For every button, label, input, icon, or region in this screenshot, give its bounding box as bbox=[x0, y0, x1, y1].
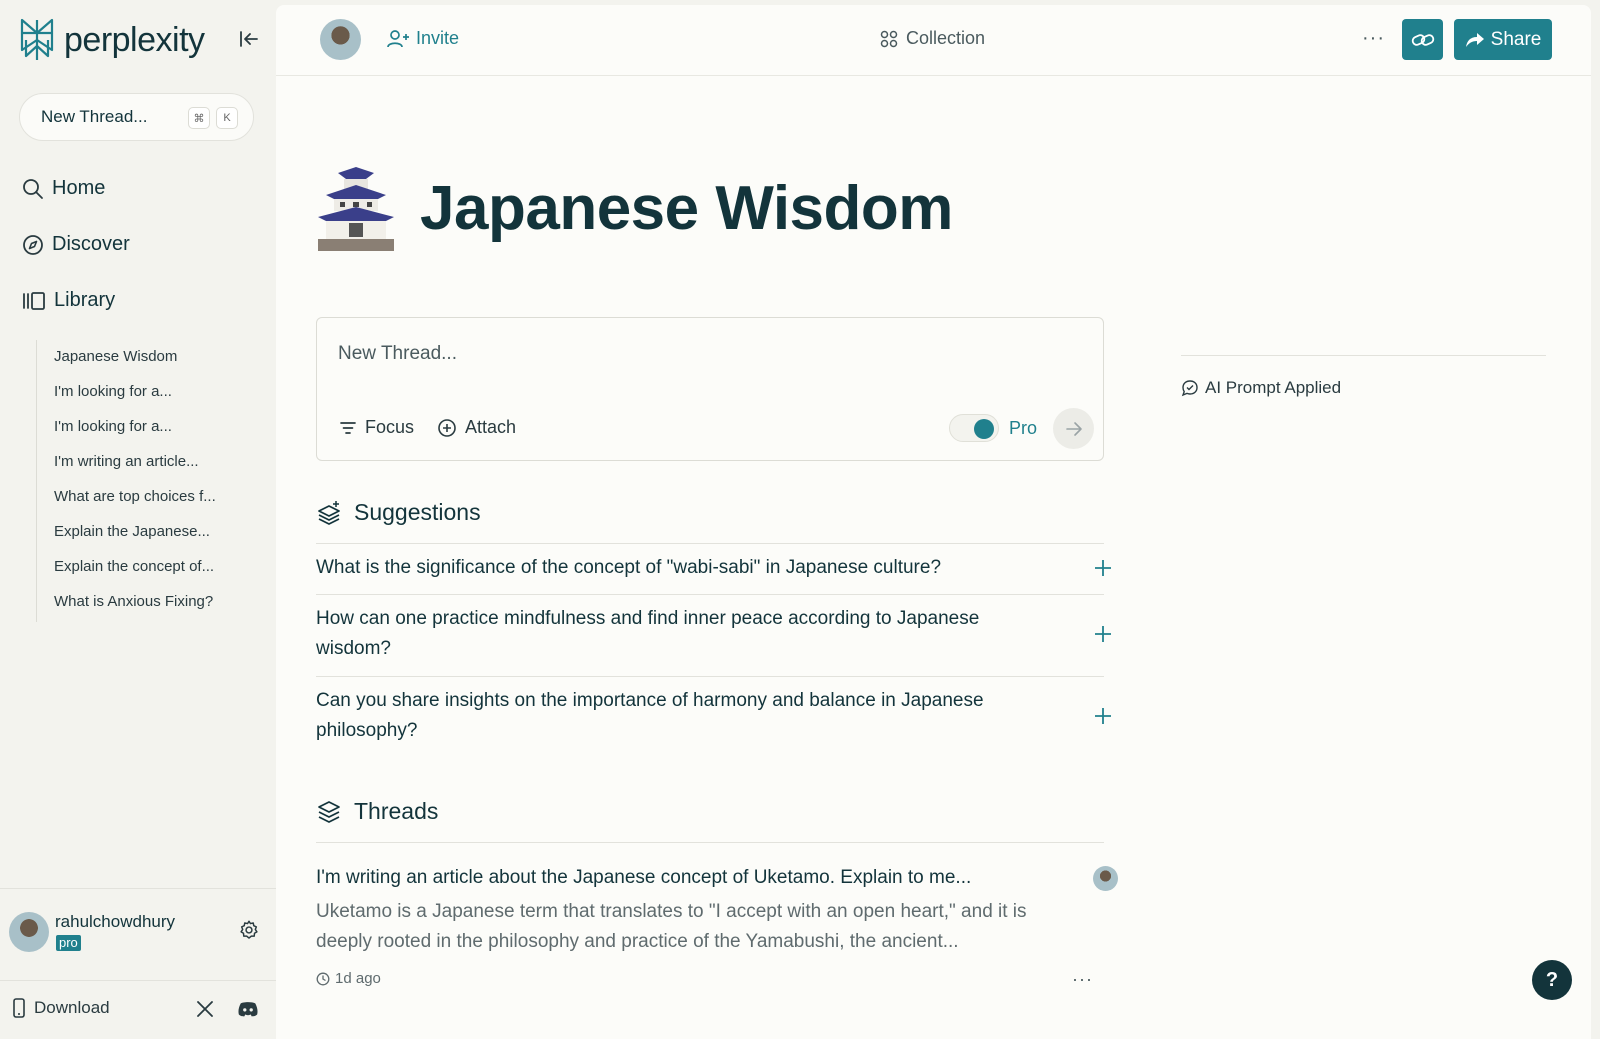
library-item[interactable]: Explain the Japanese... bbox=[54, 523, 210, 540]
library-item[interactable]: I'm looking for a... bbox=[54, 383, 172, 400]
owner-avatar[interactable] bbox=[320, 19, 361, 60]
divider bbox=[316, 543, 1104, 544]
k-key: K bbox=[216, 107, 238, 129]
nav-home[interactable]: Home bbox=[22, 177, 105, 200]
user-avatar[interactable] bbox=[9, 912, 49, 952]
link-icon bbox=[1411, 33, 1434, 46]
top-bar: Invite Collection ··· Share bbox=[276, 5, 1591, 76]
library-item[interactable]: I'm looking for a... bbox=[54, 418, 172, 435]
ai-prompt-label: AI Prompt Applied bbox=[1205, 378, 1342, 397]
library-item[interactable]: What are top choices f... bbox=[54, 488, 216, 505]
thread-snippet[interactable]: Uketamo is a Japanese term that translat… bbox=[316, 897, 1076, 957]
nav-home-label: Home bbox=[52, 177, 106, 199]
more-options-icon[interactable]: ··· bbox=[1362, 27, 1385, 50]
divider bbox=[316, 594, 1104, 595]
discord-icon[interactable] bbox=[237, 999, 259, 1019]
plus-icon[interactable] bbox=[1094, 559, 1112, 577]
divider bbox=[316, 842, 1104, 843]
toggle-knob bbox=[974, 419, 994, 439]
nav-library-label: Library bbox=[54, 289, 116, 311]
username[interactable]: rahulchowdhury bbox=[55, 912, 175, 932]
suggestions-heading: Suggestions bbox=[316, 499, 481, 526]
help-button[interactable]: ? bbox=[1532, 960, 1572, 1000]
share-arrow-icon bbox=[1465, 32, 1484, 47]
share-button[interactable]: Share bbox=[1454, 19, 1552, 60]
collection-button[interactable]: Collection bbox=[880, 28, 985, 49]
clock-icon bbox=[316, 972, 330, 985]
perplexity-logo-icon bbox=[20, 18, 54, 60]
attach-button[interactable]: Attach bbox=[437, 417, 516, 438]
pro-badge: pro bbox=[56, 935, 81, 951]
download-link[interactable]: Download bbox=[12, 998, 110, 1018]
add-circle-icon bbox=[438, 418, 456, 437]
copy-link-button[interactable] bbox=[1402, 19, 1443, 60]
nav-discover-label: Discover bbox=[52, 233, 130, 255]
library-item[interactable]: What is Anxious Fixing? bbox=[54, 593, 213, 610]
layers-icon bbox=[318, 800, 340, 823]
divider bbox=[316, 676, 1104, 677]
suggestion-item[interactable]: What is the significance of the concept … bbox=[316, 553, 1006, 583]
threads-title: Threads bbox=[354, 798, 439, 824]
plus-icon[interactable] bbox=[1094, 625, 1112, 643]
plus-icon[interactable] bbox=[1094, 707, 1112, 725]
grid-icon bbox=[880, 30, 898, 47]
compass-icon bbox=[23, 234, 43, 255]
pro-toggle[interactable]: Pro bbox=[949, 413, 1047, 443]
new-thread-label: New Thread... bbox=[41, 107, 148, 126]
threads-heading: Threads bbox=[316, 798, 438, 825]
thread-author-avatar bbox=[1093, 866, 1118, 891]
main-panel: Invite Collection ··· Share Japanese Wis… bbox=[276, 5, 1591, 1039]
cmd-key: ⌘ bbox=[188, 107, 210, 129]
new-thread-composer[interactable]: New Thread... Focus Attach Pro bbox=[316, 317, 1104, 461]
search-icon bbox=[23, 178, 43, 199]
suggestion-item[interactable]: How can one practice mindfulness and fin… bbox=[316, 604, 1006, 664]
sparkle-layers-icon bbox=[318, 500, 340, 525]
add-user-icon bbox=[387, 29, 409, 47]
attach-label: Attach bbox=[465, 417, 517, 437]
chat-bubble-check-icon bbox=[1181, 380, 1198, 397]
library-item[interactable]: Explain the concept of... bbox=[54, 558, 214, 575]
invite-button[interactable]: Invite bbox=[386, 28, 459, 49]
thread-time-label: 1d ago bbox=[335, 970, 381, 987]
suggestions-title: Suggestions bbox=[354, 499, 481, 525]
pro-label: Pro bbox=[1009, 417, 1038, 438]
thread-more-icon[interactable]: ··· bbox=[1072, 969, 1093, 990]
nav-library[interactable]: Library bbox=[22, 289, 115, 312]
library-list: Japanese Wisdom I'm looking for a... I'm… bbox=[36, 340, 256, 622]
new-thread-button[interactable]: New Thread... ⌘ K bbox=[19, 93, 254, 141]
castle-emoji-icon[interactable] bbox=[316, 165, 396, 251]
invite-label: Invite bbox=[416, 28, 460, 48]
thread-timestamp: 1d ago bbox=[316, 970, 381, 987]
logo-text: perplexity bbox=[64, 20, 205, 59]
focus-button[interactable]: Focus bbox=[339, 417, 414, 438]
collection-label: Collection bbox=[906, 28, 986, 48]
phone-icon bbox=[13, 998, 25, 1018]
toggle-track[interactable] bbox=[949, 414, 999, 442]
x-twitter-icon[interactable] bbox=[196, 1000, 214, 1018]
arrow-right-icon bbox=[1065, 421, 1082, 436]
suggestion-item[interactable]: Can you share insights on the importance… bbox=[316, 686, 1006, 746]
focus-label: Focus bbox=[365, 417, 415, 437]
collection-header: Japanese Wisdom bbox=[316, 165, 953, 251]
library-item[interactable]: Japanese Wisdom bbox=[54, 348, 177, 365]
collapse-sidebar-icon[interactable] bbox=[238, 28, 260, 50]
page-title[interactable]: Japanese Wisdom bbox=[420, 173, 953, 244]
library-icon bbox=[23, 291, 45, 310]
filter-icon bbox=[340, 421, 356, 434]
right-panel-divider bbox=[1181, 355, 1546, 356]
logo[interactable]: perplexity bbox=[18, 18, 205, 62]
sidebar-divider bbox=[0, 888, 276, 889]
submit-button[interactable] bbox=[1053, 408, 1094, 449]
sidebar-divider bbox=[0, 980, 276, 981]
download-label: Download bbox=[34, 998, 110, 1017]
ai-prompt-indicator[interactable]: AI Prompt Applied bbox=[1181, 378, 1341, 398]
library-item[interactable]: I'm writing an article... bbox=[54, 453, 199, 470]
thread-title[interactable]: I'm writing an article about the Japanes… bbox=[316, 867, 1066, 889]
composer-input[interactable]: New Thread... bbox=[338, 343, 457, 365]
nav-discover[interactable]: Discover bbox=[22, 233, 130, 256]
share-label: Share bbox=[1490, 28, 1542, 50]
sidebar: perplexity New Thread... ⌘ K Home Discov… bbox=[0, 0, 276, 1039]
gear-icon[interactable] bbox=[238, 919, 260, 941]
